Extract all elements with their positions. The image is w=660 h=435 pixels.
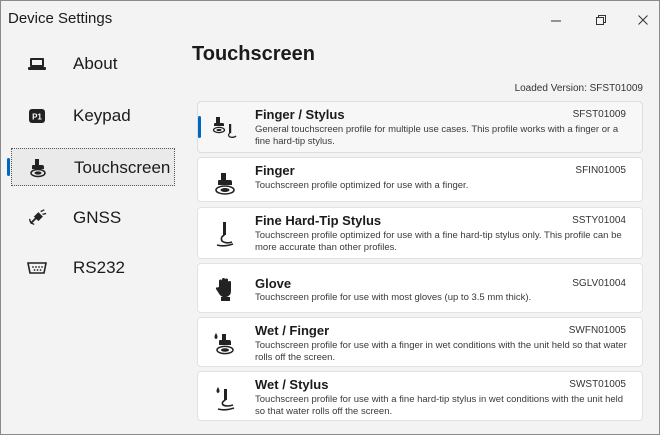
selected-indicator bbox=[198, 116, 201, 138]
satellite-icon bbox=[27, 209, 47, 227]
touch-icon bbox=[28, 159, 48, 178]
active-indicator bbox=[7, 158, 10, 176]
close-icon bbox=[638, 15, 648, 25]
sidebar-item-label: GNSS bbox=[73, 208, 122, 227]
profile-name: Wet / Stylus bbox=[255, 377, 329, 392]
sidebar-item-touchscreen[interactable]: Touchscreen bbox=[7, 148, 175, 186]
profile-card-finger[interactable]: Finger SFIN01005 Touchscreen profile opt… bbox=[197, 157, 643, 202]
profile-code: SFIN01005 bbox=[575, 165, 626, 176]
profile-code: SWFN01005 bbox=[568, 325, 626, 336]
profile-card-wet-finger[interactable]: Wet / Finger SWFN01005 Touchscreen profi… bbox=[197, 317, 643, 367]
p1-key-icon: P1 bbox=[27, 107, 47, 125]
profile-card-stylus[interactable]: Fine Hard-Tip Stylus SSTY01004 Touchscre… bbox=[197, 207, 643, 259]
profile-description: Touchscreen profile for use with a fine … bbox=[255, 394, 624, 417]
app-title: Device Settings bbox=[8, 10, 113, 27]
close-button[interactable] bbox=[623, 7, 660, 33]
profile-code: SSTY01004 bbox=[572, 215, 626, 226]
page-title: Touchscreen bbox=[192, 43, 315, 65]
sidebar-item-keypad[interactable]: P1 Keypad bbox=[11, 97, 175, 135]
sidebar-item-rs232[interactable]: RS232 bbox=[11, 249, 175, 287]
profile-name: Fine Hard-Tip Stylus bbox=[255, 213, 382, 228]
loaded-version: Loaded Version: SFST01009 bbox=[514, 83, 643, 94]
profile-description: Touchscreen profile for use with most gl… bbox=[255, 292, 532, 303]
stylus-icon bbox=[212, 220, 238, 248]
minimize-icon bbox=[551, 20, 561, 22]
profile-name: Glove bbox=[255, 276, 292, 291]
laptop-icon bbox=[27, 55, 47, 73]
sidebar-item-label: RS232 bbox=[73, 258, 125, 277]
profile-code: SWST01005 bbox=[569, 379, 626, 390]
sidebar-item-label: Keypad bbox=[73, 106, 131, 125]
finger-stylus-icon bbox=[212, 114, 238, 142]
sidebar-item-label: Touchscreen bbox=[74, 158, 171, 177]
profile-description: Touchscreen profile optimized for use wi… bbox=[255, 230, 622, 253]
profile-code: SGLV01004 bbox=[572, 278, 626, 289]
minimize-button[interactable] bbox=[536, 7, 576, 33]
profile-card-glove[interactable]: Glove SGLV01004 Touchscreen profile for … bbox=[197, 263, 643, 313]
device-settings-window: Device Settings About P1 Keypad Touchscr… bbox=[0, 0, 660, 435]
profile-name: Finger / Stylus bbox=[255, 107, 345, 122]
profile-card-finger-stylus[interactable]: Finger / Stylus SFST01009 General touchs… bbox=[197, 101, 643, 153]
title-bar: Device Settings bbox=[1, 1, 659, 37]
sidebar-item-about[interactable]: About bbox=[11, 45, 175, 83]
profile-name: Finger bbox=[255, 163, 295, 178]
profile-code: SFST01009 bbox=[572, 109, 626, 120]
sidebar-item-label: About bbox=[73, 54, 118, 73]
profile-name: Wet / Finger bbox=[255, 323, 330, 338]
svg-text:P1: P1 bbox=[32, 113, 42, 122]
sidebar-item-gnss[interactable]: GNSS bbox=[11, 199, 175, 237]
profile-description: Touchscreen profile for use with a finge… bbox=[255, 340, 627, 363]
serial-port-icon bbox=[27, 259, 47, 277]
glove-icon bbox=[212, 276, 238, 304]
restore-icon bbox=[596, 15, 606, 25]
finger-touch-icon bbox=[212, 170, 238, 198]
maximize-button[interactable] bbox=[581, 7, 621, 33]
profile-description: Touchscreen profile optimized for use wi… bbox=[255, 180, 469, 191]
sidebar-nav: About P1 Keypad Touchscreen GNSS RS232 bbox=[1, 37, 183, 433]
profile-description: General touchscreen profile for multiple… bbox=[255, 124, 619, 147]
profile-card-wet-stylus[interactable]: Wet / Stylus SWST01005 Touchscreen profi… bbox=[197, 371, 643, 421]
wet-stylus-icon bbox=[212, 384, 238, 412]
wet-finger-icon bbox=[212, 330, 238, 358]
